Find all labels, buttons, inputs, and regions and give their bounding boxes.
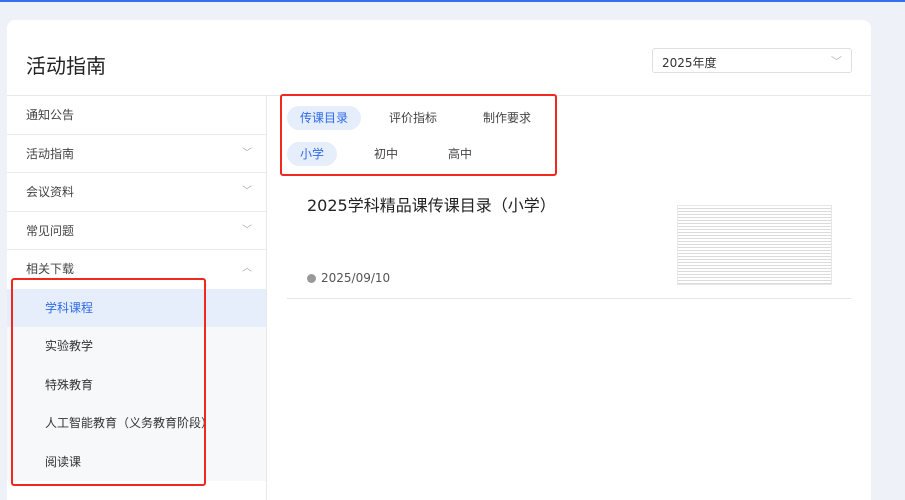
chevron-down-icon: ﹀ xyxy=(242,224,252,236)
list-item-date: 2025/09/10 xyxy=(307,271,390,285)
sidebar-item-notices[interactable]: 通知公告 xyxy=(7,96,266,135)
top-accent-line xyxy=(0,0,905,2)
chevron-down-icon: ﹀ xyxy=(831,55,842,68)
sidebar-item-guide[interactable]: 活动指南 ﹀ xyxy=(7,135,266,173)
label: 相关下载 xyxy=(26,262,75,276)
year-select[interactable]: 2025年度 ﹀ xyxy=(652,48,852,73)
sidebar-item-materials[interactable]: 会议资料 ﹀ xyxy=(7,173,266,212)
document-thumbnail[interactable] xyxy=(677,205,832,285)
chevron-up-icon: ︿ xyxy=(242,263,252,274)
sidebar-item-faq[interactable]: 常见问题 ﹀ xyxy=(7,212,266,250)
clock-icon xyxy=(307,274,316,283)
divider xyxy=(287,298,851,299)
label: 会议资料 xyxy=(26,185,75,199)
date-text: 2025/09/10 xyxy=(321,271,391,285)
chevron-down-icon: ﹀ xyxy=(242,186,252,197)
label: 常见问题 xyxy=(26,223,75,238)
year-select-value: 2025年度 xyxy=(662,56,717,70)
list-item-title[interactable]: 2025学科精品课传课目录（小学） xyxy=(307,192,556,216)
chevron-down-icon: ﹀ xyxy=(242,147,252,159)
annotation-box-submenu xyxy=(11,278,206,486)
page-title: 活动指南 xyxy=(26,54,106,78)
label: 通知公告 xyxy=(26,108,75,122)
annotation-box-tabs xyxy=(280,94,557,176)
label: 活动指南 xyxy=(26,146,75,161)
